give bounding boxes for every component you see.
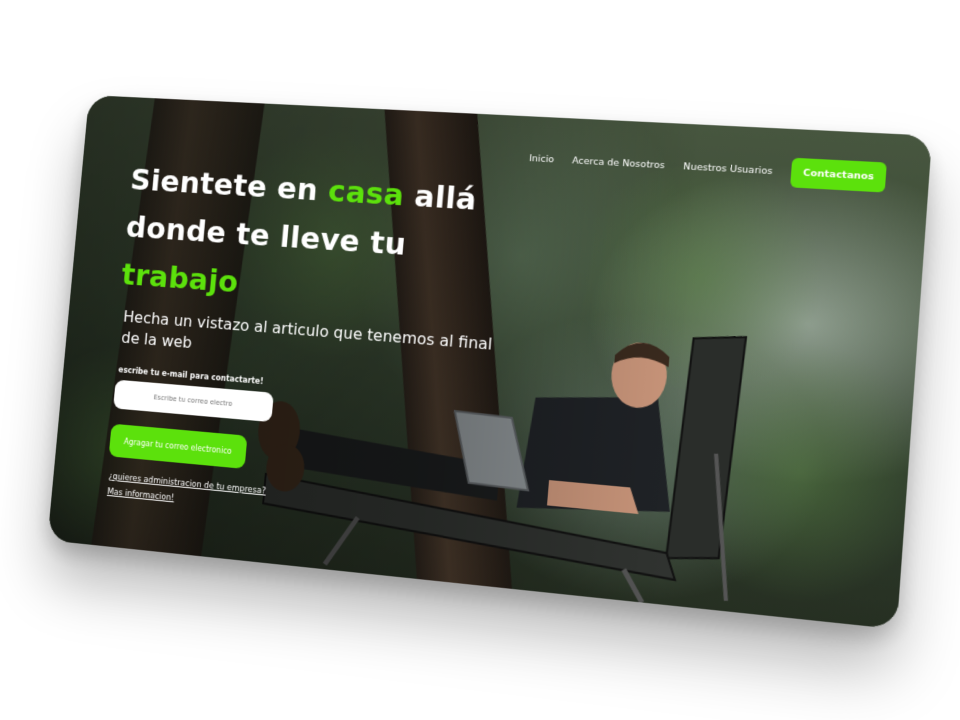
landing-page-screenshot: Inicio Acerca de Nosotros Nuestros Usuar… (47, 95, 932, 629)
nav-link-usuarios[interactable]: Nuestros Usuarios (683, 161, 773, 177)
headline-text-1: Sientete en (129, 163, 330, 209)
nav-link-acerca[interactable]: Acerca de Nosotros (572, 155, 666, 171)
contact-button[interactable]: Contactanos (790, 158, 887, 193)
hero-headline: Sientete en casa allá donde te lleve tu t… (120, 156, 509, 326)
add-email-button[interactable]: Agragar tu correo electronico (109, 424, 248, 469)
nav-link-inicio[interactable]: Inicio (529, 153, 555, 165)
headline-accent-casa: casa (327, 174, 406, 214)
hero-section: Sientete en casa allá donde te lleve tu t… (101, 156, 508, 534)
stage: Inicio Acerca de Nosotros Nuestros Usuar… (0, 0, 960, 720)
email-input[interactable] (113, 380, 274, 423)
headline-accent-trabajo: trabajo (120, 257, 239, 300)
